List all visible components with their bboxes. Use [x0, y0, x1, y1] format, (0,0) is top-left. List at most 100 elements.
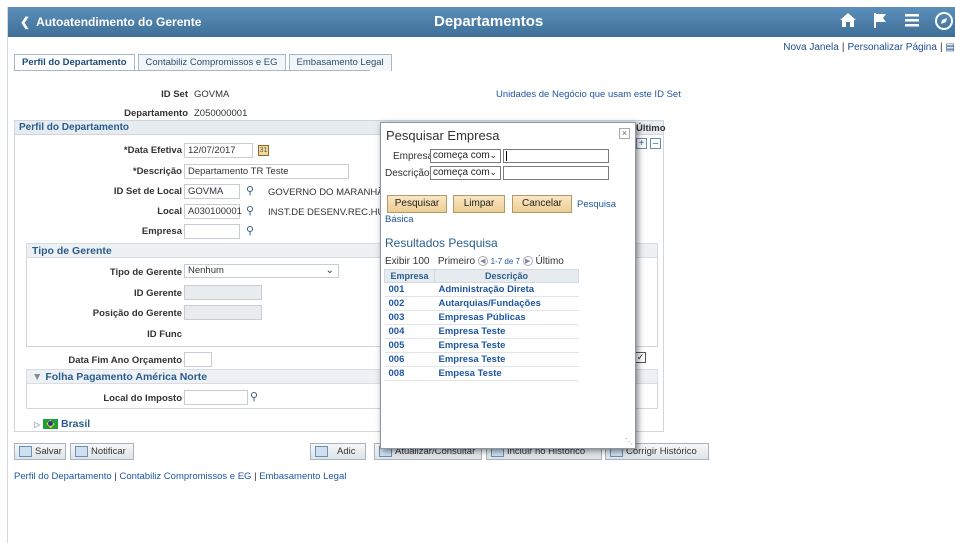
lookup-icon[interactable]: ⚲ — [246, 204, 254, 217]
location-setid-desc: GOVERNO DO MARANHÃO — [268, 187, 391, 198]
empresa-input[interactable] — [503, 149, 609, 163]
clear-button[interactable]: Limpar — [453, 195, 505, 213]
tab-embasamento[interactable]: Embasamento Legal — [288, 54, 392, 71]
tab-contabiliz[interactable]: Contabiliz Compromissos e EG — [137, 54, 286, 71]
lookup-icon[interactable]: ⚲ — [250, 390, 258, 403]
range-label: 1-7 de 7 — [490, 257, 520, 266]
footer-link-contabiliz[interactable]: Contabiliz Compromissos e EG — [119, 471, 251, 482]
company-desc[interactable]: Administração Direta — [434, 282, 579, 297]
company-input[interactable] — [184, 224, 240, 239]
setid-label: ID Set — [161, 89, 188, 100]
location-input[interactable]: A030100001 — [184, 204, 242, 219]
resize-handle-icon[interactable]: ⋱ — [625, 437, 633, 446]
company-code[interactable]: 001 — [384, 282, 435, 297]
next-icon[interactable]: ▶ — [522, 256, 533, 267]
location-desc: INST.DE DESENV.REC.HU — [268, 207, 385, 218]
company-desc[interactable]: Empresa Teste — [434, 352, 579, 367]
table-row[interactable]: 001 Administração Direta — [384, 282, 579, 297]
company-desc[interactable]: Empresas Públicas — [434, 310, 579, 325]
company-code[interactable]: 003 — [384, 310, 435, 325]
table-row[interactable]: 008 Empesa Teste — [384, 366, 579, 381]
empresa-operator-select[interactable]: começa com ⌄ — [430, 149, 501, 163]
tax-location-input[interactable] — [184, 390, 248, 405]
home-icon[interactable] — [838, 11, 858, 31]
lookup-icon[interactable]: ⚲ — [246, 184, 254, 197]
tax-location-label: Local do Imposto — [103, 393, 182, 404]
history-last-label: Último — [636, 123, 666, 134]
location-setid-label: ID Set de Local — [113, 186, 182, 197]
company-code[interactable]: 005 — [384, 338, 435, 353]
col-header-desc: Descrição — [434, 269, 579, 283]
back-button[interactable]: ❮ Autoatendimento do Gerente — [20, 15, 201, 29]
triangle-right-icon: ▷ — [34, 420, 41, 429]
brazil-flag-icon — [43, 419, 59, 430]
calendar-icon[interactable]: 31 — [258, 145, 269, 156]
save-button[interactable]: Salvar — [14, 443, 66, 460]
description-label: *Descrição — [132, 166, 182, 177]
correct-history-label: Corrigir Histórico — [626, 446, 697, 457]
checkbox[interactable]: ✓ — [635, 352, 646, 363]
help-icon[interactable]: ▤ — [946, 42, 955, 53]
footer-link-perfil[interactable]: Perfil do Departamento — [14, 471, 112, 482]
company-desc[interactable]: Empresa Teste — [434, 338, 579, 353]
descricao-operator-select[interactable]: começa com ⌄ — [430, 166, 501, 180]
location-label: Local — [157, 206, 182, 217]
last-link[interactable]: Último — [536, 256, 564, 267]
add-button[interactable]: Adic — [310, 443, 366, 460]
save-label: Salvar — [35, 446, 62, 457]
manager-type-select[interactable]: Nenhum ⌄ — [184, 264, 339, 278]
location-setid-input[interactable]: GOVMA — [184, 184, 240, 199]
notify-label: Notificar — [91, 446, 126, 457]
prev-icon[interactable]: ◀ — [477, 256, 488, 267]
save-icon — [19, 446, 32, 457]
company-code[interactable]: 004 — [384, 324, 435, 339]
budget-end-input[interactable] — [184, 352, 212, 367]
flag-icon[interactable] — [870, 11, 890, 31]
brazil-row[interactable]: ▷ Brasil — [34, 418, 90, 430]
lookup-icon[interactable]: ⚲ — [246, 224, 254, 237]
company-code[interactable]: 008 — [384, 366, 435, 381]
search-company-modal: Pesquisar Empresa × Empresa começa com ⌄ … — [380, 122, 636, 449]
triangle-down-icon: ▼ — [32, 371, 43, 383]
company-label: Empresa — [141, 226, 182, 237]
notify-icon — [75, 446, 88, 457]
close-icon[interactable]: × — [619, 128, 630, 139]
results-table: Empresa Descrição 001 Administração Diret… — [384, 269, 579, 381]
cancel-button[interactable]: Cancelar — [512, 195, 572, 213]
add-row-icon[interactable]: + — [636, 138, 647, 149]
tab-perfil[interactable]: Perfil do Departamento — [14, 54, 135, 71]
personalize-link[interactable]: Personalizar Página — [847, 42, 937, 53]
table-row[interactable]: 002 Autarquias/Fundações — [384, 296, 579, 311]
show-all-link[interactable]: Exibir 100 — [385, 256, 429, 267]
add-label: Adic — [337, 446, 356, 457]
company-code[interactable]: 002 — [384, 296, 435, 311]
company-desc[interactable]: Autarquias/Fundações — [434, 296, 579, 311]
basic-search-link-2[interactable]: Básica — [385, 214, 414, 225]
effective-date-input[interactable]: 12/07/2017 — [184, 143, 253, 158]
description-input[interactable]: Departamento TR Teste — [184, 164, 349, 179]
chevron-down-icon: ⌄ — [325, 265, 334, 276]
chevron-down-icon: ⌄ — [489, 150, 497, 160]
header-bar: ❮ Autoatendimento do Gerente Departamento… — [8, 7, 955, 37]
table-row[interactable]: 005 Empresa Teste — [384, 338, 579, 353]
first-link[interactable]: Primeiro — [438, 256, 475, 267]
notify-button[interactable]: Notificar — [70, 443, 134, 460]
company-desc[interactable]: Empresa Teste — [434, 324, 579, 339]
manager-id-label: ID Gerente — [133, 288, 182, 299]
new-window-link[interactable]: Nova Janela — [783, 42, 839, 53]
table-row[interactable]: 003 Empresas Públicas — [384, 310, 579, 325]
remove-row-icon[interactable]: – — [650, 138, 661, 149]
table-row[interactable]: 006 Empresa Teste — [384, 352, 579, 367]
company-desc[interactable]: Empesa Teste — [434, 366, 579, 381]
compass-icon[interactable] — [934, 11, 954, 31]
footer-link-embasamento[interactable]: Embasamento Legal — [259, 471, 346, 482]
menu-icon[interactable] — [902, 11, 922, 31]
business-units-link[interactable]: Unidades de Negócio que usam este ID Set — [496, 89, 681, 100]
footer-links: Perfil do Departamento | Contabiliz Comp… — [14, 471, 347, 482]
table-row[interactable]: 004 Empresa Teste — [384, 324, 579, 339]
company-code[interactable]: 006 — [384, 352, 435, 367]
descricao-input[interactable] — [503, 166, 609, 180]
app-frame: ❮ Autoatendimento do Gerente Departamento… — [7, 7, 955, 543]
basic-search-link-1[interactable]: Pesquisa — [577, 199, 616, 210]
search-button[interactable]: Pesquisar — [387, 195, 447, 213]
